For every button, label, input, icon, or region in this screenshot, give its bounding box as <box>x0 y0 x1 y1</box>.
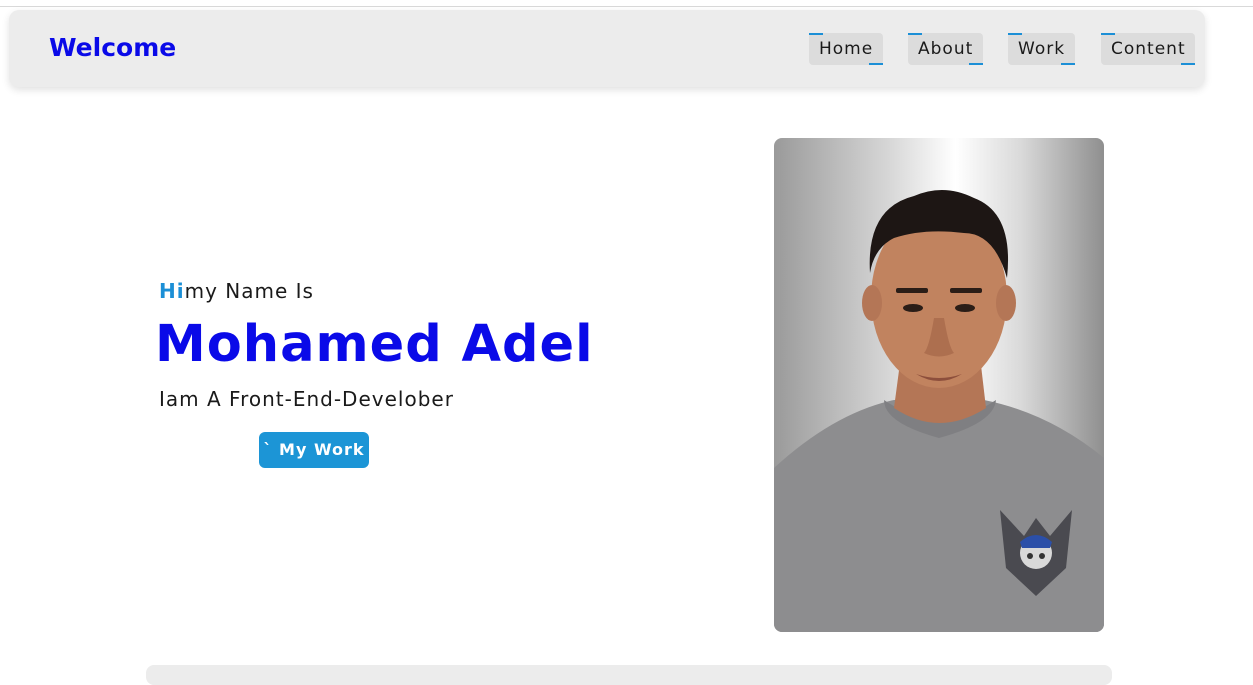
right-ear <box>996 285 1016 321</box>
top-divider <box>0 6 1253 7</box>
left-eye <box>903 304 923 312</box>
right-eye <box>955 304 975 312</box>
nav-home[interactable]: Home <box>809 33 883 65</box>
profile-photo <box>774 138 1104 632</box>
my-work-button[interactable]: ` My Work ` <box>259 432 369 495</box>
greeting-accent: Hi <box>159 279 185 303</box>
hero-role: Iam A Front-End-Develober <box>159 387 454 411</box>
greeting-line: Himy Name Is <box>159 279 314 303</box>
portrait-illustration <box>774 189 1104 632</box>
greeting-text: my Name Is <box>184 279 314 303</box>
right-eyebrow <box>950 288 982 293</box>
left-eyebrow <box>896 288 928 293</box>
nav-work[interactable]: Work <box>1008 33 1075 65</box>
navbar: Welcome Home About Work Content <box>9 10 1205 87</box>
hero-name: Mohamed Adel <box>155 315 594 374</box>
next-section-card <box>146 665 1112 685</box>
nav-about[interactable]: About <box>908 33 983 65</box>
left-ear <box>862 285 882 321</box>
nav-content[interactable]: Content <box>1101 33 1195 65</box>
brand-logo[interactable]: Welcome <box>49 33 176 62</box>
